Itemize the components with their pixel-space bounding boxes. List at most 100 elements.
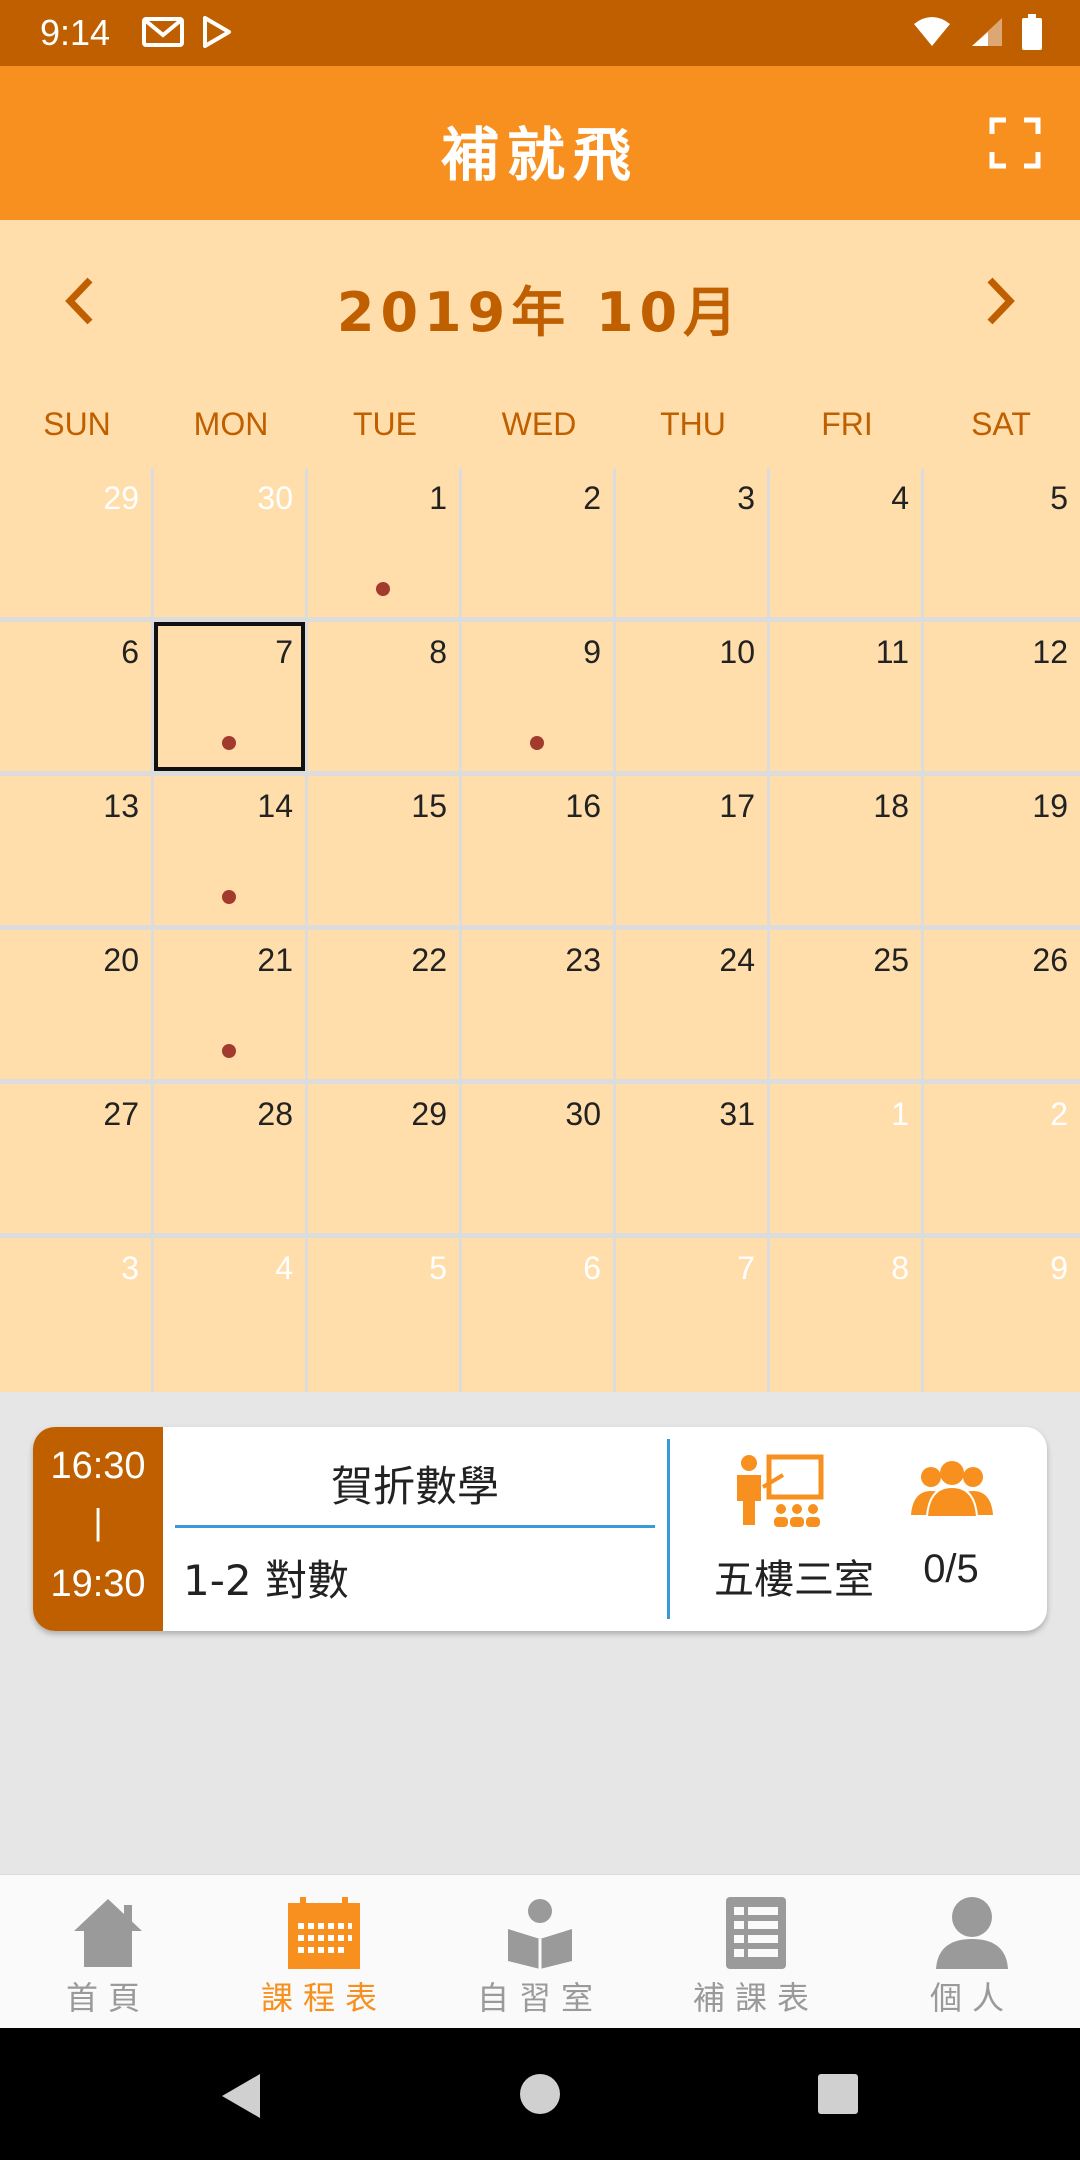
event-dot: [222, 1044, 236, 1058]
calendar-day-cell[interactable]: 30: [154, 468, 305, 617]
calendar-day-cell[interactable]: 14: [154, 776, 305, 925]
calendar-day-cell[interactable]: 8: [308, 622, 459, 771]
day-number: 19: [1032, 788, 1068, 824]
fullscreen-button[interactable]: [988, 116, 1042, 170]
calendar-day-cell[interactable]: 7: [616, 1238, 767, 1392]
course-underline: [175, 1525, 655, 1528]
day-number: 3: [737, 480, 755, 516]
calendar-day-cell[interactable]: 4: [154, 1238, 305, 1392]
app-title: 補就飛: [440, 121, 639, 189]
day-number: 6: [583, 1250, 601, 1286]
calendar-day-cell[interactable]: 5: [924, 468, 1080, 617]
event-dot: [530, 736, 544, 750]
calendar-day-cell[interactable]: 13: [0, 776, 151, 925]
calendar-day-cell[interactable]: 31: [616, 1084, 767, 1233]
calendar-day-cell[interactable]: 10: [616, 622, 767, 771]
day-number: 12: [1032, 634, 1068, 670]
day-number: 2: [1050, 1096, 1068, 1132]
day-number: 30: [257, 480, 293, 516]
calendar-day-cell[interactable]: 9: [924, 1238, 1080, 1392]
calendar-day-cell[interactable]: 25: [770, 930, 921, 1079]
calendar-day-cell[interactable]: 23: [462, 930, 613, 1079]
calendar-day-cell[interactable]: 24: [616, 930, 767, 1079]
day-number: 18: [873, 788, 909, 824]
day-number: 22: [411, 942, 447, 978]
calendar-day-cell[interactable]: 3: [0, 1238, 151, 1392]
calendar-day-cell[interactable]: 30: [462, 1084, 613, 1233]
classroom-icon: [737, 1454, 824, 1527]
day-number: 11: [875, 634, 909, 670]
calendar-day-cell[interactable]: 2: [924, 1084, 1080, 1233]
course-topic: 1-2 對數: [183, 1556, 349, 1605]
calendar-day-cell[interactable]: 4: [770, 468, 921, 617]
calendar-day-cell[interactable]: 26: [924, 930, 1080, 1079]
weekday-header: SUN MON TUE WED THU FRI SAT: [0, 380, 1080, 468]
day-number: 27: [103, 1096, 139, 1132]
nav-profile[interactable]: 個人: [864, 1875, 1080, 2029]
day-number: 23: [565, 942, 601, 978]
next-month-button[interactable]: [968, 266, 1028, 336]
wifi-icon: [914, 17, 950, 46]
calendar-day-cell[interactable]: 2: [462, 468, 613, 617]
weekday-label: TUE: [353, 406, 417, 442]
calendar-grid: 29 30 1 2 3 4 5 6 7 8 9 10 11 12 13 14 1…: [0, 468, 1080, 1392]
calendar-day-cell[interactable]: 9: [462, 622, 613, 771]
calendar-day-cell[interactable]: 22: [308, 930, 459, 1079]
day-number: 31: [719, 1096, 755, 1132]
nav-schedule[interactable]: 課程表: [216, 1875, 432, 2029]
nav-makeup-schedule[interactable]: 補課表: [648, 1875, 864, 2029]
home-icon: [74, 1899, 142, 1967]
calendar-day-cell[interactable]: 18: [770, 776, 921, 925]
status-notification-icons: [142, 16, 232, 48]
weekday-label: MON: [193, 406, 269, 442]
day-number: 26: [1032, 942, 1068, 978]
calendar-day-cell[interactable]: 17: [616, 776, 767, 925]
calendar-day-cell[interactable]: 6: [462, 1238, 613, 1392]
calendar-day-cell[interactable]: 1: [308, 468, 459, 617]
calendar-day-cell[interactable]: 27: [0, 1084, 151, 1233]
calendar-day-cell[interactable]: 8: [770, 1238, 921, 1392]
day-number: 16: [565, 788, 601, 824]
calendar-day-cell[interactable]: 11: [770, 622, 921, 771]
home-circle-icon[interactable]: [520, 2074, 560, 2114]
calendar-day-cell-selected[interactable]: 7: [154, 622, 305, 771]
calendar-day-cell[interactable]: 29: [308, 1084, 459, 1233]
calendar-day-cell[interactable]: 21: [154, 930, 305, 1079]
day-number: 1: [429, 480, 447, 516]
course-time-block: 16:30 | 19:30: [33, 1427, 163, 1631]
day-number: 9: [1050, 1250, 1068, 1286]
calendar-day-cell[interactable]: 1: [770, 1084, 921, 1233]
nav-study-room[interactable]: 自習室: [432, 1875, 648, 2029]
chevron-right-icon: [987, 277, 1015, 325]
nav-home[interactable]: 首頁: [0, 1875, 216, 2029]
nav-label: 個人: [929, 1979, 1014, 2017]
back-icon[interactable]: [218, 2072, 262, 2120]
calendar-day-cell[interactable]: 20: [0, 930, 151, 1079]
battery-icon: [1022, 14, 1042, 50]
calendar-day-cell[interactable]: 19: [924, 776, 1080, 925]
month-title: 2019年 10月: [336, 281, 744, 344]
calendar-day-cell[interactable]: 28: [154, 1084, 305, 1233]
calendar-day-cell[interactable]: 6: [0, 622, 151, 771]
calendar-day-cell[interactable]: 5: [308, 1238, 459, 1392]
calendar-day-cell[interactable]: 12: [924, 622, 1080, 771]
day-number: 1: [891, 1096, 909, 1132]
calendar-day-cell[interactable]: 3: [616, 468, 767, 617]
day-number: 13: [103, 788, 139, 824]
weekday-label: SUN: [43, 406, 111, 442]
recents-icon[interactable]: [818, 2074, 858, 2114]
calendar-icon: [288, 1897, 360, 1969]
day-number: 29: [411, 1096, 447, 1132]
calendar-day-cell[interactable]: 15: [308, 776, 459, 925]
status-bar: 9:14: [0, 0, 1080, 66]
event-dot: [222, 736, 236, 750]
day-number: 21: [257, 942, 293, 978]
event-dot: [222, 890, 236, 904]
status-time: 9:14: [40, 12, 111, 53]
calendar-day-cell[interactable]: 16: [462, 776, 613, 925]
calendar-day-cell[interactable]: 29: [0, 468, 151, 617]
course-divider: [667, 1439, 670, 1619]
status-system-icons: [912, 14, 1042, 50]
course-card[interactable]: 16:30 | 19:30 賀折數學 1-2 對數 五樓三室 0/5: [33, 1427, 1047, 1631]
weekday-label: SAT: [971, 406, 1031, 442]
